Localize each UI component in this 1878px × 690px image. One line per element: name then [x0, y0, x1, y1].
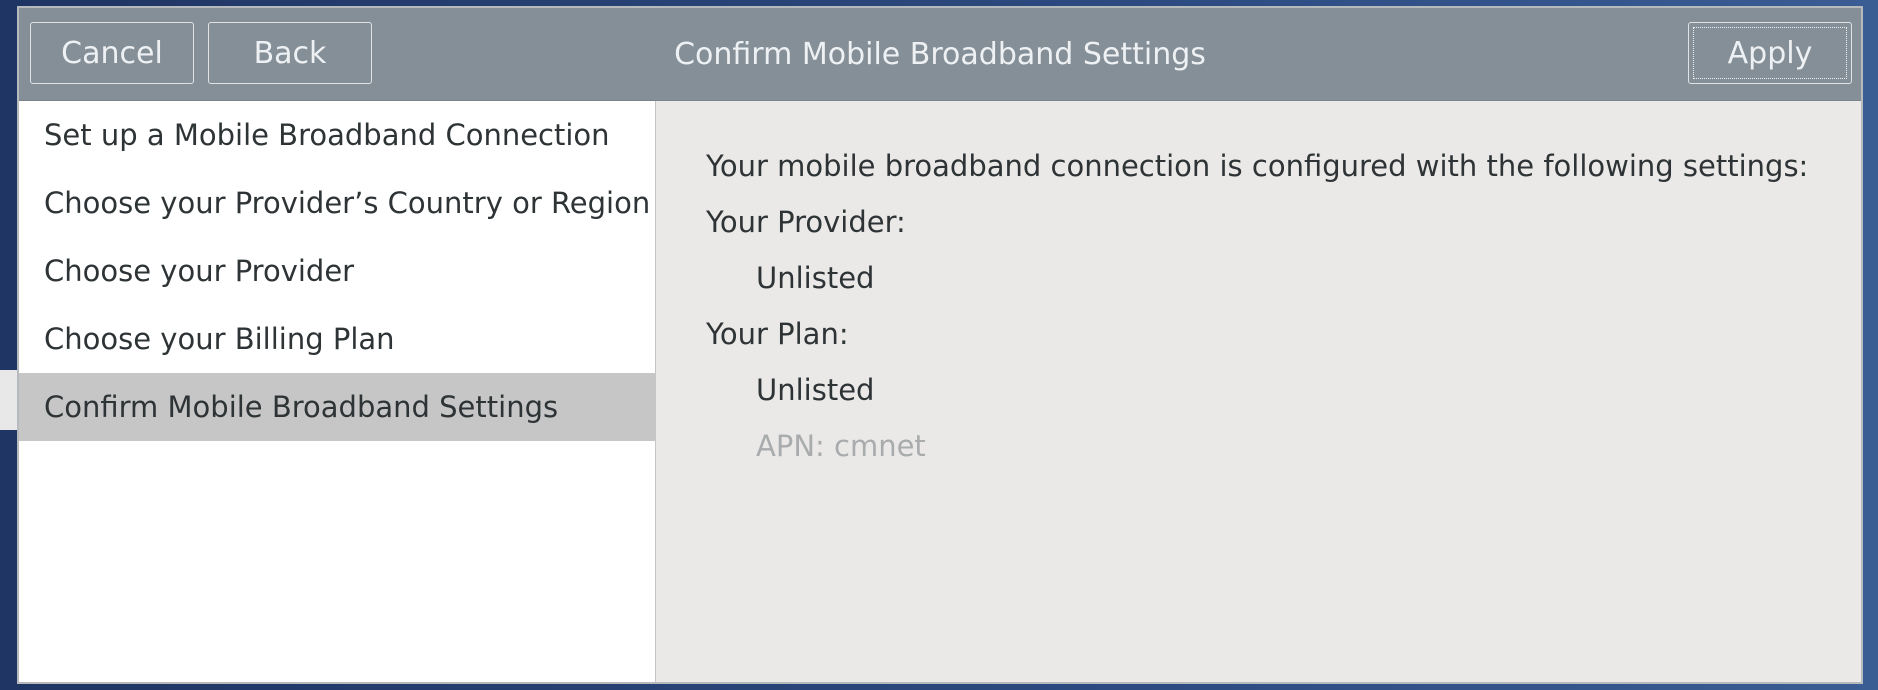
sidebar-item-billing-plan[interactable]: Choose your Billing Plan [19, 305, 655, 373]
sidebar-item-country[interactable]: Choose your Provider’s Country or Region [19, 169, 655, 237]
broadband-assistant-window: Cancel Back Confirm Mobile Broadband Set… [17, 6, 1863, 684]
sidebar-item-confirm[interactable]: Confirm Mobile Broadband Settings [19, 373, 655, 441]
back-button[interactable]: Back [208, 22, 372, 84]
provider-heading: Your Provider: [706, 205, 906, 239]
cancel-button[interactable]: Cancel [30, 22, 194, 84]
headerbar: Cancel Back Confirm Mobile Broadband Set… [19, 8, 1861, 101]
sidebar-item-provider[interactable]: Choose your Provider [19, 237, 655, 305]
apply-button[interactable]: Apply [1688, 22, 1852, 84]
assistant-sidebar: Set up a Mobile Broadband Connection Cho… [19, 101, 656, 682]
plan-heading: Your Plan: [706, 317, 849, 351]
plan-value: Unlisted [756, 373, 875, 407]
confirm-summary-panel: Your mobile broadband connection is conf… [656, 101, 1861, 682]
sidebar-item-setup[interactable]: Set up a Mobile Broadband Connection [19, 101, 655, 169]
apn-value: APN: cmnet [756, 429, 926, 463]
provider-value: Unlisted [756, 261, 875, 295]
summary-intro: Your mobile broadband connection is conf… [706, 149, 1809, 183]
